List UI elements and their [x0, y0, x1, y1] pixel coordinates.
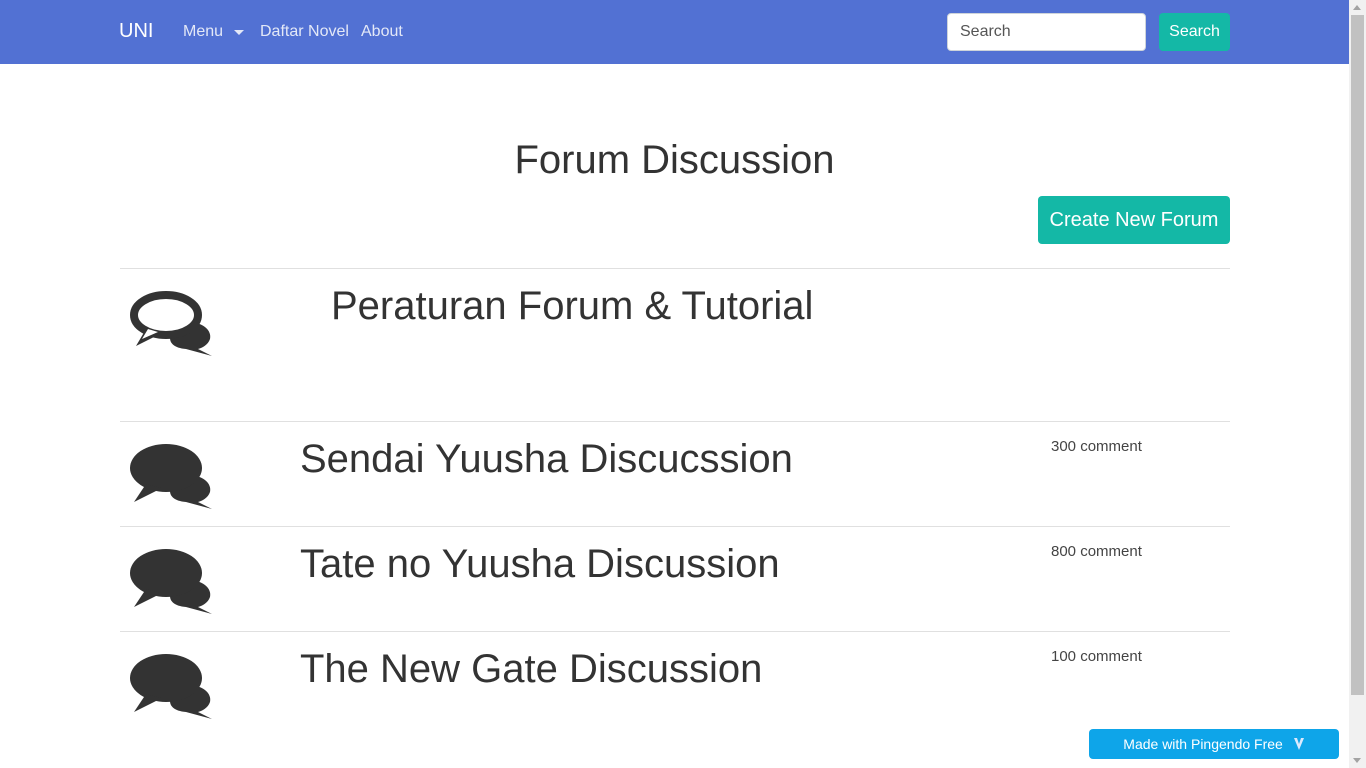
forum-title-link[interactable]: Tate no Yuusha Discussion [300, 542, 780, 587]
vertical-scrollbar[interactable] [1349, 0, 1366, 768]
comments-outline-icon[interactable] [130, 291, 214, 357]
forum-comment-count: 100 comment [1051, 648, 1142, 665]
divider [120, 631, 1230, 632]
comments-icon[interactable] [130, 444, 214, 510]
create-new-forum-button[interactable]: Create New Forum [1038, 196, 1230, 244]
brand-link[interactable]: UNI [119, 20, 153, 43]
divider [120, 268, 1230, 269]
forum-title-link[interactable]: The New Gate Discussion [300, 647, 762, 692]
comments-icon[interactable] [130, 549, 214, 615]
pingendo-badge-link[interactable]: Made with Pingendo Free [1089, 729, 1339, 759]
navbar: UNI Menu Daftar Novel About Search [0, 0, 1349, 64]
forum-comment-count: 800 comment [1051, 543, 1142, 560]
forum-title-link[interactable]: Peraturan Forum & Tutorial [331, 284, 813, 329]
nav-daftar-novel[interactable]: Daftar Novel [260, 23, 349, 41]
page-title: Forum Discussion [514, 138, 835, 182]
scroll-up-arrow-icon[interactable] [1353, 5, 1361, 10]
scroll-down-arrow-icon[interactable] [1353, 758, 1361, 763]
nav-menu-dropdown[interactable]: Menu [183, 23, 223, 41]
comments-icon[interactable] [130, 654, 214, 720]
forum-comment-count: 300 comment [1051, 438, 1142, 455]
badge-label: Made with Pingendo Free [1123, 736, 1283, 752]
divider [120, 421, 1230, 422]
nav-about[interactable]: About [361, 23, 403, 41]
forum-title-link[interactable]: Sendai Yuusha Discucssion [300, 437, 793, 482]
search-button[interactable]: Search [1159, 13, 1230, 51]
divider [120, 526, 1230, 527]
scrollbar-thumb[interactable] [1351, 15, 1364, 695]
caret-down-icon[interactable] [234, 30, 244, 35]
search-input[interactable] [947, 13, 1146, 51]
pingendo-logo-icon [1293, 738, 1304, 750]
